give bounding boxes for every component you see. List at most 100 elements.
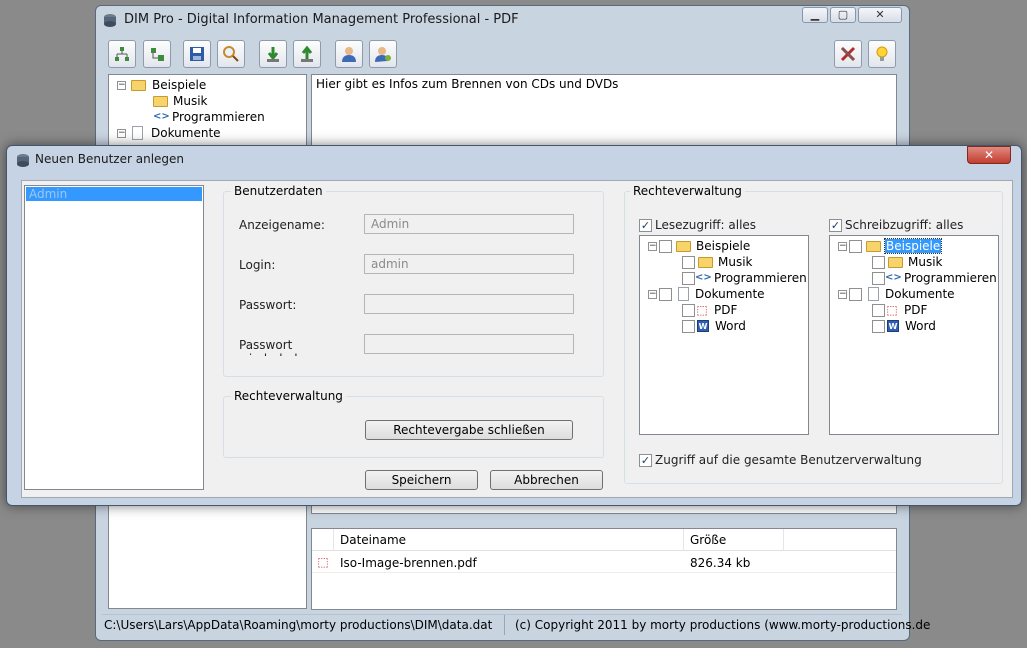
folder-icon [888, 256, 903, 268]
user-admin-checkbox[interactable]: Zugriff auf die gesamte Benutzerverwaltu… [639, 453, 922, 467]
tree-item[interactable]: − Beispiele [117, 77, 206, 93]
import-button[interactable] [259, 40, 287, 68]
tree-item[interactable]: − Dokumente [838, 286, 955, 302]
document-icon [678, 287, 689, 301]
cancel-button[interactable]: Abbrechen [490, 470, 603, 490]
arrow-up-icon [301, 45, 313, 62]
tree-item[interactable]: Musik [682, 254, 753, 270]
display-name-field[interactable]: Admin [364, 214, 574, 234]
code-file-icon: <> [153, 111, 170, 122]
tree-item[interactable]: Musik [153, 93, 208, 109]
tree-item-label: PDF [714, 303, 738, 317]
tree-item[interactable]: − Dokumente [117, 125, 221, 141]
tree-item[interactable]: W Word [682, 318, 746, 334]
item-checkbox[interactable] [872, 271, 885, 285]
tree-item-label: Dokumente [695, 287, 765, 301]
tree-item[interactable]: W Word [872, 318, 936, 334]
tree-item[interactable]: <> Programmieren [153, 109, 265, 125]
tree-item[interactable]: <> Programmieren [682, 270, 807, 286]
user-settings-button[interactable] [369, 40, 397, 68]
file-name-cell: Iso-Image-brennen.pdf [340, 556, 477, 570]
item-checkbox[interactable] [682, 255, 695, 269]
item-checkbox[interactable] [849, 287, 862, 301]
column-header-filename[interactable]: Dateiname [334, 529, 684, 551]
folder-icon [866, 240, 881, 252]
write-rights-tree[interactable]: − Beispiele Musik <> Programmieren − Dokume… [829, 235, 999, 435]
app-icon [102, 12, 118, 28]
item-checkbox[interactable] [872, 255, 885, 269]
collapse-icon[interactable]: − [838, 289, 847, 299]
pdf-icon: ⬚ [317, 555, 329, 569]
item-checkbox[interactable] [872, 319, 885, 333]
list-item[interactable]: Admin [26, 187, 202, 201]
display-name-label: Anzeigename: [239, 218, 325, 232]
word-icon: W [887, 320, 899, 332]
save-button[interactable] [183, 40, 211, 68]
save-disk-icon [190, 47, 204, 61]
lightbulb-icon [876, 46, 888, 61]
item-checkbox[interactable] [872, 303, 885, 317]
tree-item-label: Programmieren [904, 271, 997, 285]
subcategory-icon [151, 48, 164, 61]
user-button[interactable] [335, 40, 363, 68]
add-subcategory-button[interactable] [143, 40, 171, 68]
tree-item-label: Word [715, 319, 746, 333]
password-repeat-field[interactable] [364, 334, 574, 354]
close-rights-button[interactable]: Rechtevergabe schließen [365, 420, 573, 440]
item-checkbox[interactable] [659, 239, 672, 253]
dialog-body: Admin Benutzerdaten Anzeigename: Admin L… [21, 180, 1013, 498]
close-icon: ✕ [875, 8, 885, 21]
collapse-icon[interactable]: − [838, 241, 847, 251]
tree-item[interactable]: ⬚ PDF [682, 302, 737, 318]
file-table: Dateiname Größe ⬚ Iso-Image-brennen.pdf … [311, 528, 897, 610]
item-checkbox[interactable] [682, 271, 695, 285]
tree-item[interactable]: − Beispiele [838, 238, 943, 254]
item-checkbox[interactable] [682, 319, 695, 333]
close-icon: ✕ [983, 148, 995, 162]
code-file-icon: <> [885, 272, 902, 283]
item-checkbox[interactable] [659, 287, 672, 301]
collapse-icon[interactable]: − [117, 128, 126, 138]
status-path: C:\Users\Lars\AppData\Roaming\morty prod… [104, 618, 493, 632]
tree-item[interactable]: ⬚ PDF [872, 302, 927, 318]
item-checkbox[interactable] [849, 239, 862, 253]
collapse-icon[interactable]: − [117, 80, 126, 90]
minimize-icon: ▁ [810, 8, 820, 21]
column-header-size[interactable]: Größe [684, 529, 784, 551]
user-admin-label: Zugriff auf die gesamte Benutzerverwaltu… [655, 453, 922, 467]
collapse-icon[interactable]: − [648, 241, 657, 251]
tree-item-label: Dokumente [885, 287, 955, 301]
table-header: Dateiname Größe [312, 529, 896, 551]
tree-item[interactable]: <> Programmieren [872, 270, 997, 286]
read-rights-tree[interactable]: − Beispiele Musik <> Programmieren − Dokume… [639, 235, 809, 435]
document-icon [132, 126, 143, 140]
tree-item[interactable]: − Dokumente [648, 286, 765, 302]
login-field[interactable]: admin [364, 254, 574, 274]
folder-icon [698, 256, 713, 268]
collapse-icon[interactable]: − [648, 289, 657, 299]
export-button[interactable] [293, 40, 321, 68]
tree-item[interactable]: − Beispiele [648, 238, 750, 254]
info-button[interactable] [868, 40, 896, 68]
user-list[interactable]: Admin [24, 185, 204, 490]
maximize-button[interactable]: ▢ [830, 7, 856, 23]
item-checkbox[interactable] [682, 303, 695, 317]
tree-item[interactable]: Musik [872, 254, 943, 270]
dialog-close-button[interactable]: ✕ [967, 146, 1011, 164]
rights-detail-title: Rechteverwaltung [630, 184, 745, 198]
user-gear-icon [375, 47, 391, 62]
read-all-checkbox[interactable]: Lesezugriff: alles [639, 218, 756, 232]
main-close-button[interactable]: ✕ [858, 7, 902, 23]
minimize-button[interactable]: ▁ [802, 7, 828, 23]
password-field[interactable] [364, 294, 574, 314]
save-user-button[interactable]: Speichern [365, 470, 478, 490]
search-button[interactable] [217, 40, 245, 68]
table-row[interactable]: ⬚ Iso-Image-brennen.pdf 826.34 kb [312, 553, 896, 573]
tree-item-label: Programmieren [172, 110, 265, 124]
word-icon: W [697, 320, 709, 332]
category-tree-icon [115, 47, 129, 61]
tree-item-label: Musik [908, 255, 943, 269]
write-all-checkbox[interactable]: Schreibzugriff: alles [829, 218, 963, 232]
tools-button[interactable] [834, 40, 862, 68]
add-category-button[interactable] [108, 40, 136, 68]
